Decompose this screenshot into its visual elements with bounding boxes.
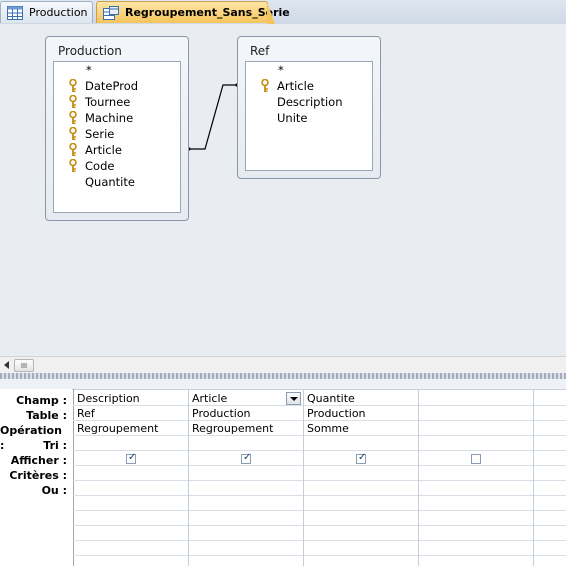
field-name: Code: [85, 159, 115, 173]
grid-cell-table[interactable]: Production: [192, 406, 251, 421]
field-item[interactable]: Article: [54, 142, 180, 158]
field-name: Tournee: [85, 95, 131, 109]
scroll-left-icon[interactable]: [2, 360, 12, 370]
key-icon: [261, 78, 271, 93]
key-icon: [69, 78, 79, 93]
grid-cell-operation[interactable]: Somme: [307, 421, 349, 436]
table-title[interactable]: Production: [58, 44, 122, 58]
query-design-diagram: Production * DateProd Tournee Machine Se…: [0, 24, 566, 356]
key-icon: [69, 94, 79, 109]
grid-cell-champ[interactable]: Description: [77, 391, 140, 406]
field-item[interactable]: *: [54, 62, 180, 78]
row-label-table: Table :: [26, 409, 67, 422]
field-item[interactable]: Tournee: [54, 94, 180, 110]
field-name: *: [86, 63, 92, 77]
row-label-tri: Tri :: [43, 439, 67, 452]
row-labels: Champ : Table : Opération : Tri : Affich…: [0, 389, 72, 566]
field-name: Description: [277, 95, 343, 109]
field-name: Serie: [85, 127, 115, 141]
field-name: Article: [277, 79, 314, 93]
grid-cell-operation[interactable]: Regroupement: [77, 421, 158, 436]
grid-cell-champ[interactable]: Article: [192, 391, 227, 406]
grid-cell-champ[interactable]: Quantite: [307, 391, 355, 406]
afficher-checkbox[interactable]: ✓: [241, 452, 251, 464]
horizontal-scrollbar[interactable]: [0, 356, 566, 373]
key-icon: [69, 126, 79, 141]
table-box-production[interactable]: Production * DateProd Tournee Machine Se…: [45, 36, 189, 221]
tab-production[interactable]: Production: [0, 1, 93, 23]
field-name: *: [278, 63, 284, 77]
afficher-checkbox[interactable]: [471, 454, 481, 464]
row-label-operation: Opération :: [0, 424, 62, 452]
field-name: Machine: [85, 111, 134, 125]
field-name: Unite: [277, 111, 308, 125]
document-tabs: Production Regroupement_Sans_Serie: [0, 0, 566, 25]
scrollbar-thumb[interactable]: [14, 359, 34, 372]
query-design-grid: Champ : Table : Opération : Tri : Affich…: [0, 379, 566, 566]
key-icon: [69, 110, 79, 125]
key-icon: [69, 142, 79, 157]
grid-cell-table[interactable]: Production: [307, 406, 366, 421]
tab-label: Regroupement_Sans_Serie: [125, 6, 290, 19]
afficher-checkbox[interactable]: ✓: [126, 452, 136, 464]
field-item[interactable]: Quantite: [54, 174, 180, 190]
field-item[interactable]: Machine: [54, 110, 180, 126]
field-item[interactable]: Serie: [54, 126, 180, 142]
query-icon: [103, 5, 119, 20]
field-item[interactable]: *: [246, 62, 372, 78]
field-item[interactable]: Unite: [246, 110, 372, 126]
key-icon: [69, 158, 79, 173]
field-item[interactable]: Article: [246, 78, 372, 94]
field-list-production: * DateProd Tournee Machine Serie Article…: [53, 61, 181, 213]
row-label-ou: Ou :: [41, 484, 67, 497]
field-item[interactable]: Code: [54, 158, 180, 174]
table-box-ref[interactable]: Ref * Article Description Unite: [237, 36, 381, 179]
field-item[interactable]: Description: [246, 94, 372, 110]
row-label-champ: Champ :: [16, 394, 67, 407]
field-item[interactable]: DateProd: [54, 78, 180, 94]
tab-regroupement-sans-serie[interactable]: Regroupement_Sans_Serie: [96, 1, 290, 24]
field-name: DateProd: [85, 79, 139, 93]
field-name: Quantite: [85, 175, 135, 189]
field-dropdown-button[interactable]: [286, 392, 301, 405]
tab-label: Production: [29, 6, 88, 19]
afficher-checkbox[interactable]: ✓: [356, 452, 366, 464]
grid-cell-operation[interactable]: Regroupement: [192, 421, 273, 436]
field-name: Article: [85, 143, 122, 157]
row-label-criteres: Critères :: [9, 469, 67, 482]
row-label-afficher: Afficher :: [10, 454, 67, 467]
field-list-ref: * Article Description Unite: [245, 61, 373, 171]
table-title[interactable]: Ref: [250, 44, 269, 58]
chevron-down-icon: [290, 397, 298, 401]
grid-cell-table[interactable]: Ref: [77, 406, 95, 421]
table-icon: [7, 5, 23, 20]
